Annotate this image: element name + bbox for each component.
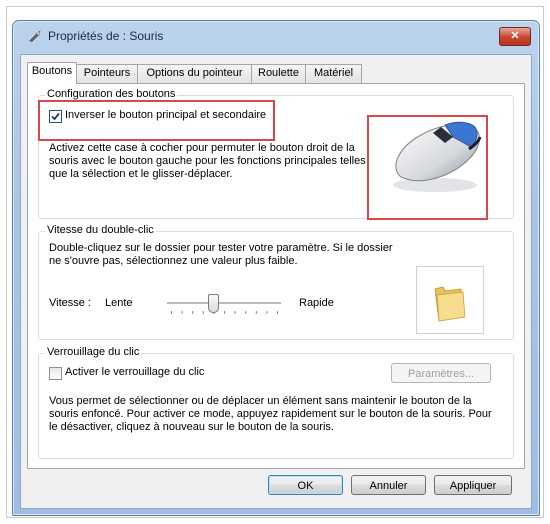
folder-icon <box>434 286 466 322</box>
double-click-description: Double-cliquez sur le dossier pour teste… <box>49 242 393 267</box>
slow-label: Lente <box>105 297 133 309</box>
mouse-pointer-icon <box>29 30 41 42</box>
slider-thumb[interactable] <box>208 294 219 313</box>
slider-tick <box>255 311 257 314</box>
slider-tick <box>202 311 204 314</box>
close-button[interactable]: ✕ <box>499 27 531 46</box>
click-lock-settings-button[interactable]: Paramètres... <box>391 363 491 383</box>
tab-roulette[interactable]: Roulette <box>251 64 306 83</box>
slider-tick <box>277 311 278 314</box>
swap-buttons-description: Activez cette case à cocher pour permute… <box>49 142 366 180</box>
highlight-checkbox-box <box>38 100 275 141</box>
click-lock-checkbox[interactable] <box>49 367 62 380</box>
speed-label: Vitesse : <box>49 297 91 309</box>
slider-tick <box>192 311 194 314</box>
click-lock-group: Verrouillage du clic Activer le verrouil… <box>38 346 514 459</box>
click-lock-checkbox-label: Activer le verrouillage du clic <box>65 366 205 378</box>
ok-button[interactable]: OK <box>268 475 343 495</box>
double-click-speed-slider[interactable] <box>167 294 281 320</box>
slider-tick <box>171 311 172 314</box>
mouse-properties-window: Propriétés de : Souris ✕ Boutons Pointeu… <box>12 20 540 516</box>
click-lock-label: Verrouillage du clic <box>45 346 142 358</box>
double-click-group: Vitesse du double-clic Double-cliquez su… <box>38 224 514 340</box>
buttons-config-label: Configuration des boutons <box>45 88 178 100</box>
click-lock-description: Vous permet de sélectionner ou de déplac… <box>49 395 492 433</box>
double-click-label: Vitesse du double-clic <box>45 224 156 236</box>
dialog-client-area: Boutons Pointeurs Options du pointeur Ro… <box>20 54 532 509</box>
slider-tick <box>266 311 268 314</box>
window-title: Propriétés de : Souris <box>48 29 164 43</box>
slider-tick <box>245 311 247 314</box>
slider-ticks <box>171 311 278 314</box>
tab-boutons[interactable]: Boutons <box>27 62 77 84</box>
highlight-mouse-image-box <box>367 115 488 220</box>
tab-panel-boutons: Configuration des boutons Inverser le bo… <box>27 83 525 469</box>
slider-tick <box>181 311 183 314</box>
close-icon: ✕ <box>510 30 520 42</box>
tab-pointeurs[interactable]: Pointeurs <box>76 64 138 83</box>
slider-tick <box>234 311 236 314</box>
tab-options-du-pointeur[interactable]: Options du pointeur <box>137 64 252 83</box>
title-bar[interactable]: Propriétés de : Souris ✕ <box>13 21 539 49</box>
slider-tick <box>224 311 225 314</box>
slider-track <box>167 302 281 305</box>
fast-label: Rapide <box>299 297 334 309</box>
tab-materiel[interactable]: Matériel <box>305 64 362 83</box>
cancel-button[interactable]: Annuler <box>351 475 426 495</box>
apply-button[interactable]: Appliquer <box>434 475 512 495</box>
test-folder-area[interactable] <box>416 266 484 334</box>
